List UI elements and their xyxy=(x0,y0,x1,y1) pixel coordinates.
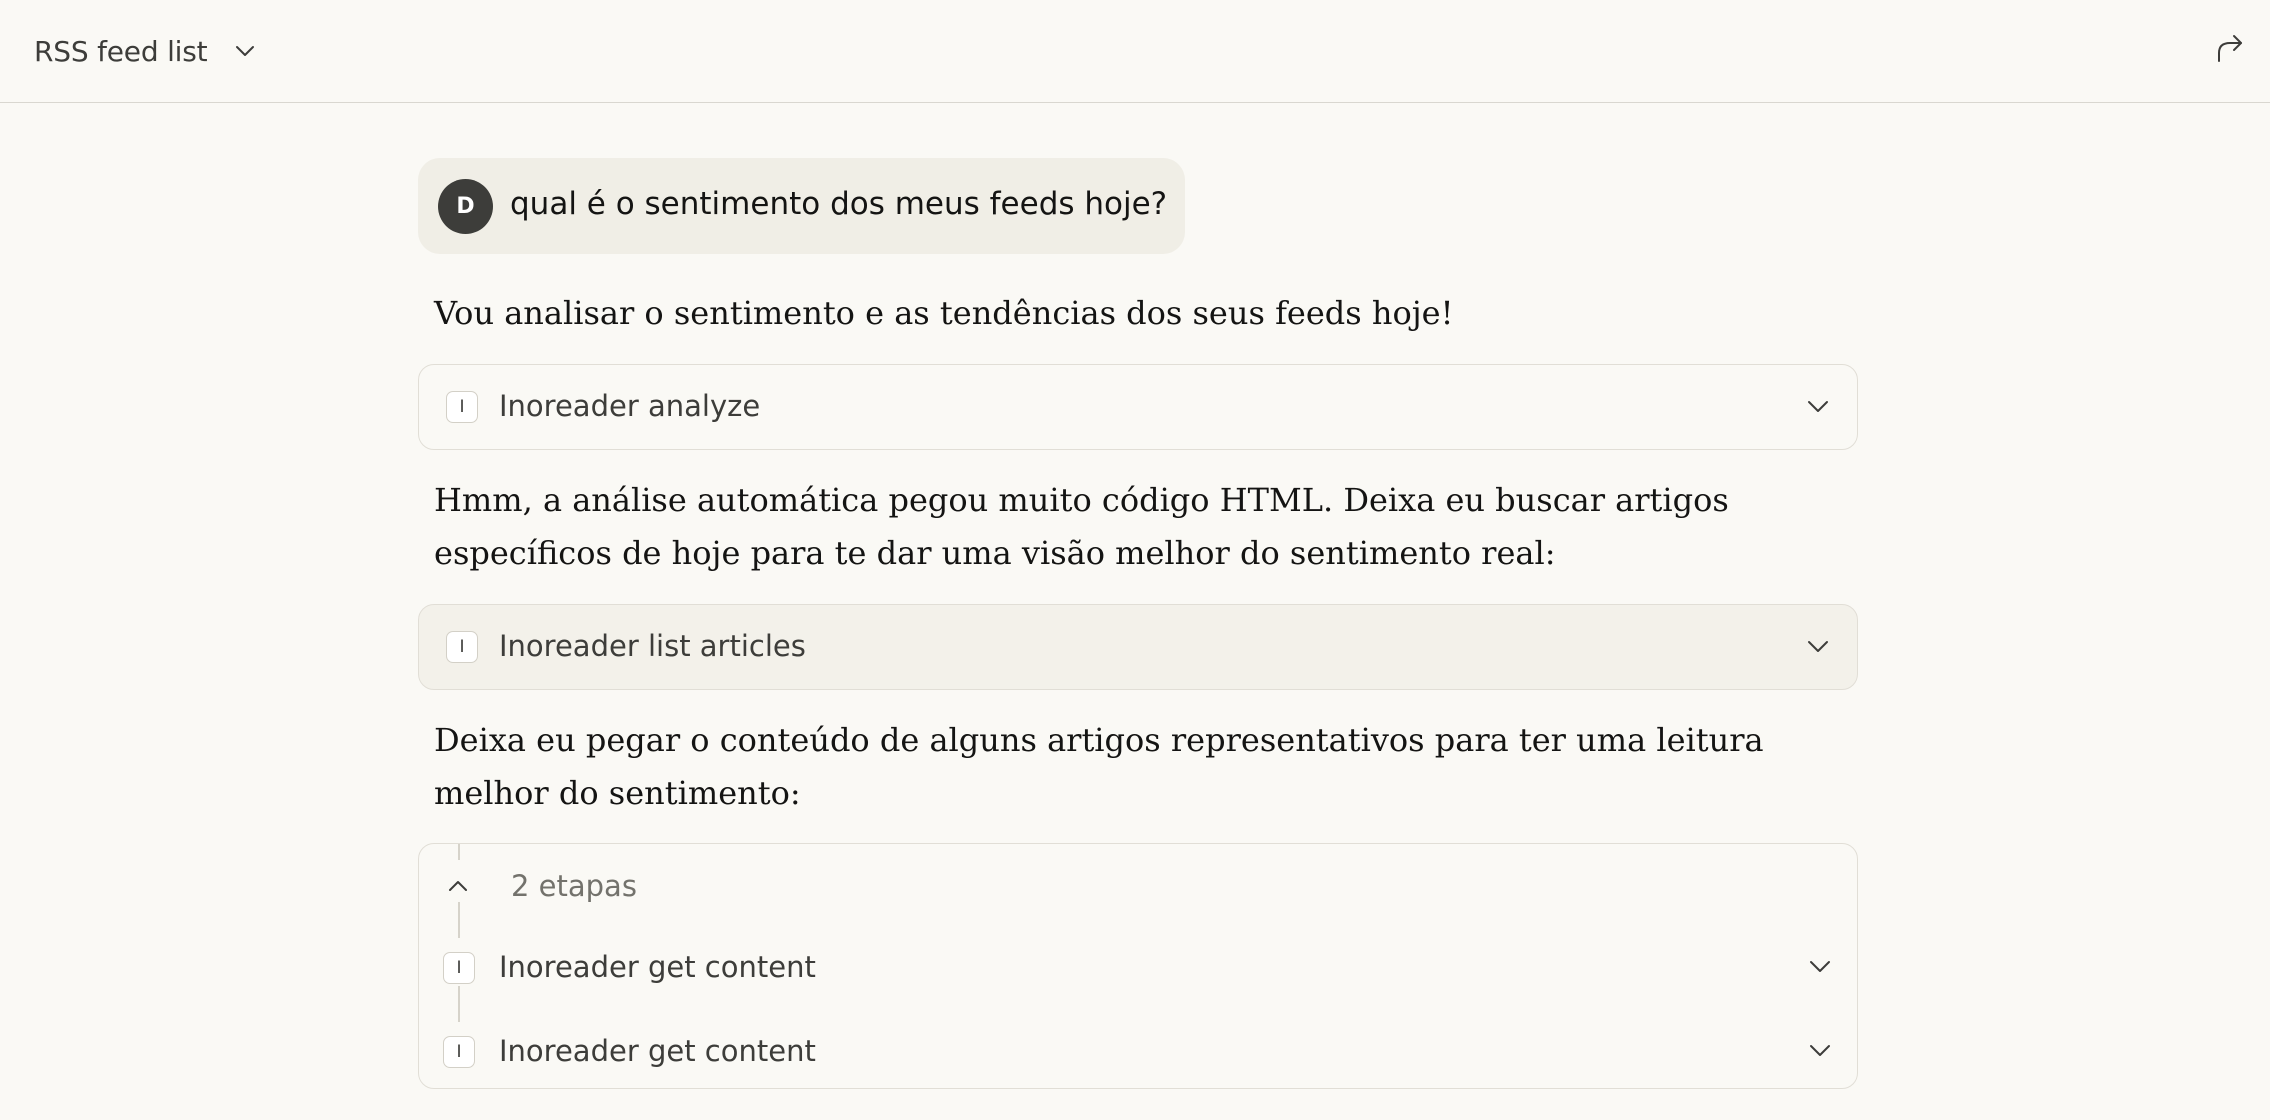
chevron-down-icon xyxy=(233,39,257,63)
inoreader-icon: I xyxy=(446,631,478,663)
tool-call-get-content[interactable]: I Inoreader get content xyxy=(419,1022,1859,1082)
chevron-down-icon xyxy=(1803,632,1833,662)
inoreader-icon: I xyxy=(446,391,478,423)
tool-call-get-content[interactable]: I Inoreader get content xyxy=(419,938,1859,998)
assistant-follow-up-text: Hmm, a análise automática pegou muito có… xyxy=(434,481,1729,572)
tool-call-label: Inoreader analyze xyxy=(499,389,761,423)
inoreader-icon: I xyxy=(443,1036,475,1068)
tool-call-label: Inoreader get content xyxy=(499,1034,816,1068)
avatar: D xyxy=(438,179,493,234)
inoreader-icon: I xyxy=(443,952,475,984)
tool-call-list-articles[interactable]: I Inoreader list articles xyxy=(418,604,1858,690)
assistant-intro-text: Vou analisar o sentimento e as tendência… xyxy=(434,294,1454,332)
timeline-line xyxy=(458,844,460,860)
conversation-title-button[interactable]: RSS feed list xyxy=(34,26,257,76)
tool-call-label: Inoreader list articles xyxy=(499,629,806,663)
tool-steps-group: 2 etapas I Inoreader get content I Inore… xyxy=(418,843,1858,1089)
assistant-content-note-text: Deixa eu pegar o conteúdo de alguns arti… xyxy=(434,721,1764,812)
chevron-down-icon xyxy=(1805,1036,1835,1066)
share-button[interactable] xyxy=(2208,28,2252,72)
share-arrow-icon xyxy=(2213,31,2247,69)
user-message-text: qual é o sentimento dos meus feeds hoje? xyxy=(510,186,1168,222)
tool-call-analyze[interactable]: I Inoreader analyze xyxy=(418,364,1858,450)
steps-collapse-toggle[interactable]: 2 etapas xyxy=(441,864,637,908)
chevron-down-icon xyxy=(1803,392,1833,422)
chevron-down-icon xyxy=(1805,952,1835,982)
top-bar: RSS feed list xyxy=(0,0,2270,103)
user-message: D qual é o sentimento dos meus feeds hoj… xyxy=(418,158,1185,254)
steps-count-label: 2 etapas xyxy=(511,869,637,903)
tool-call-label: Inoreader get content xyxy=(499,950,816,984)
conversation-title: RSS feed list xyxy=(34,34,208,68)
chevron-up-icon xyxy=(441,869,475,903)
